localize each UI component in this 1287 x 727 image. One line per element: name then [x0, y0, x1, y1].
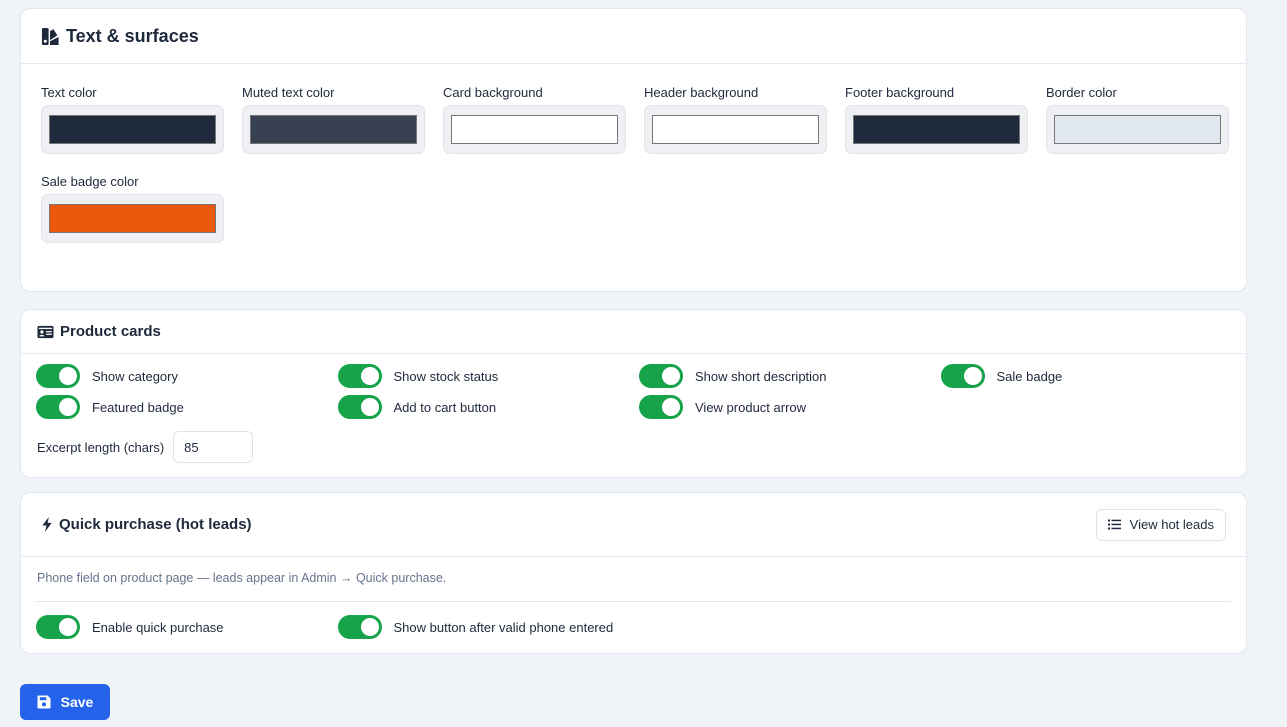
color-picker[interactable]: [41, 194, 224, 243]
toggle-switch[interactable]: [36, 364, 80, 388]
product-cards-card: Product cards Show category Show stock st…: [20, 309, 1247, 478]
excerpt-length-row: Excerpt length (chars): [21, 419, 1246, 463]
toggle-item: Featured badge: [36, 395, 338, 419]
toggle-switch[interactable]: [337, 615, 382, 639]
color-picker[interactable]: [845, 105, 1028, 154]
quick-purchase-description: Phone field on product page — leads appe…: [37, 571, 447, 585]
toggle-label: Show category: [92, 368, 178, 384]
bolt-icon: [41, 517, 53, 532]
color-field: Header background: [644, 85, 827, 154]
toggle-item: Show stock status: [337, 364, 640, 388]
color-picker[interactable]: [242, 105, 425, 154]
toggle-label: Enable quick purchase: [92, 619, 224, 635]
toggle-item: Show category: [36, 364, 338, 388]
color-picker[interactable]: [644, 105, 827, 154]
id-card-icon: [37, 325, 54, 339]
color-swatch: [652, 115, 819, 144]
view-hot-leads-button[interactable]: View hot leads: [1095, 508, 1226, 541]
color-field: Muted text color: [242, 85, 425, 154]
color-swatch: [250, 115, 417, 144]
excerpt-length-label: Excerpt length (chars): [37, 439, 165, 455]
color-field: Card background: [443, 85, 626, 154]
list-icon: [1107, 519, 1121, 530]
color-swatch: [853, 115, 1020, 144]
toggle-switch[interactable]: [337, 395, 382, 419]
color-picker[interactable]: [41, 105, 224, 154]
color-swatch: [451, 115, 618, 144]
toggle-label: Add to cart button: [393, 399, 497, 415]
toggle-item: Sale badge: [940, 364, 1243, 388]
color-field: Border color: [1046, 85, 1229, 154]
toggle-label: Featured badge: [92, 399, 184, 415]
quick-purchase-title-text: Quick purchase (hot leads): [59, 516, 252, 533]
toggle-label: Sale badge: [996, 368, 1063, 384]
quick-purchase-card: Quick purchase (hot leads) View hot lead…: [20, 492, 1247, 654]
color-field: Text color: [41, 85, 224, 154]
color-field-label: Sale badge color: [41, 174, 139, 189]
color-picker[interactable]: [1046, 105, 1229, 154]
color-field-label: Muted text color: [242, 85, 335, 100]
color-picker[interactable]: [443, 105, 626, 154]
text-surfaces-card: Text & surfaces Text color Muted text col…: [20, 8, 1247, 292]
text-surfaces-header: Text & surfaces: [21, 9, 1246, 64]
toggle-switch[interactable]: [36, 395, 80, 419]
product-card-toggles: Show category Show stock status Show short…: [21, 354, 1246, 419]
quick-purchase-title: Quick purchase (hot leads): [41, 516, 252, 533]
view-hot-leads-label: View hot leads: [1129, 517, 1214, 532]
color-field-label: Card background: [443, 85, 543, 100]
toggle-switch[interactable]: [940, 364, 985, 388]
floppy-disk-icon: [37, 695, 51, 709]
quick-purchase-header: Quick purchase (hot leads) View hot lead…: [21, 493, 1246, 557]
color-swatch: [49, 115, 216, 144]
toggle-item: Show button after valid phone entered: [337, 615, 640, 639]
toggle-label: Show stock status: [393, 368, 499, 384]
toggle-switch[interactable]: [639, 364, 683, 388]
product-cards-header: Product cards: [21, 310, 1246, 354]
color-field: Sale badge color: [41, 174, 224, 243]
color-field-label: Header background: [644, 85, 759, 100]
product-cards-title-text: Product cards: [60, 323, 161, 340]
toggle-switch[interactable]: [36, 615, 80, 639]
toggle-item: Enable quick purchase: [36, 615, 338, 639]
text-surfaces-title: Text & surfaces: [41, 26, 199, 47]
toggle-item: Add to cart button: [337, 395, 640, 419]
toggle-label: Show short description: [695, 368, 827, 384]
color-field-label: Footer background: [845, 85, 955, 100]
color-field-label: Border color: [1046, 85, 1117, 100]
swatchbook-icon: [41, 27, 60, 46]
color-field-label: Text color: [41, 85, 97, 100]
excerpt-length-input[interactable]: [173, 431, 254, 463]
color-fields-grid: Text color Muted text color Card backgroun…: [41, 85, 1229, 243]
color-swatch: [1054, 115, 1221, 144]
toggle-label: Show button after valid phone entered: [393, 619, 614, 635]
color-swatch: [49, 204, 216, 233]
toggle-switch[interactable]: [639, 395, 683, 419]
text-surfaces-title-text: Text & surfaces: [66, 25, 199, 46]
toggle-item: Show short description: [639, 364, 941, 388]
toggle-switch[interactable]: [337, 364, 382, 388]
toggle-item: View product arrow: [639, 395, 941, 419]
toggle-label: View product arrow: [695, 399, 807, 415]
color-field: Footer background: [845, 85, 1028, 154]
product-cards-title: Product cards: [37, 323, 161, 340]
quick-purchase-toggles: Enable quick purchase Show button after v…: [21, 602, 1246, 639]
save-button-label: Save: [60, 694, 94, 710]
save-button[interactable]: Save: [20, 684, 110, 720]
